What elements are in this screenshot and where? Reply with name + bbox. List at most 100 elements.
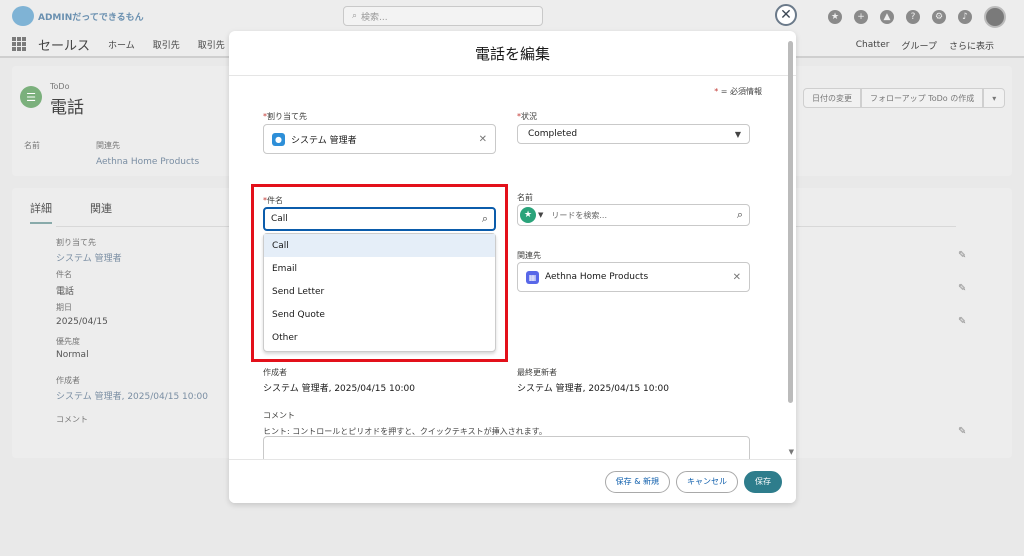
field-due-label: 期日 bbox=[56, 303, 72, 312]
required-note-text: = 必須情報 bbox=[720, 87, 762, 96]
cancel-button[interactable]: キャンセル bbox=[676, 470, 738, 493]
nav-item-groups[interactable]: グループ bbox=[902, 39, 937, 52]
field-created-label: 作成者 bbox=[56, 376, 80, 385]
subject-option[interactable]: Send Letter bbox=[264, 280, 495, 303]
assignee-value: システム 管理者 bbox=[291, 135, 357, 146]
highlight-name-label: 名前 bbox=[24, 141, 40, 150]
nav-item-chatter[interactable]: Chatter bbox=[856, 40, 890, 50]
edit-pencil-icon[interactable]: ✎ bbox=[958, 283, 966, 294]
created-by-label: 作成者 bbox=[263, 368, 287, 377]
field-subject-value: 電話 bbox=[56, 287, 75, 297]
field-priority-label: 優先度 bbox=[56, 337, 80, 346]
clear-related-icon[interactable]: ✕ bbox=[733, 272, 741, 283]
subject-option[interactable]: Other bbox=[264, 326, 495, 349]
highlight-related-value[interactable]: Aethna Home Products bbox=[96, 157, 199, 167]
trailhead-icon[interactable]: ▲ bbox=[880, 10, 894, 24]
subject-option[interactable]: Email bbox=[264, 257, 495, 280]
tab-detail[interactable]: 詳細 bbox=[30, 200, 52, 224]
logo-text: ADMINだってできるもん bbox=[38, 12, 144, 23]
logo-mark-icon bbox=[12, 6, 34, 26]
change-date-button[interactable]: 日付の変更 bbox=[803, 88, 861, 108]
nav-item-accounts-2[interactable]: 取引先 bbox=[198, 38, 225, 51]
comment-label: コメント bbox=[263, 411, 295, 420]
subject-input-value: Call bbox=[271, 214, 288, 224]
clear-assignee-icon[interactable]: ✕ bbox=[479, 134, 487, 145]
created-by-value: システム 管理者, 2025/04/15 10:00 bbox=[263, 384, 415, 394]
modal-close-icon[interactable]: ✕ bbox=[775, 4, 797, 26]
required-asterisk: * bbox=[714, 87, 719, 96]
scroll-down-icon[interactable]: ▼ bbox=[789, 448, 794, 456]
subject-label-text: 件名 bbox=[267, 196, 283, 205]
modal-header: 電話を編集 bbox=[229, 31, 796, 76]
field-assignee-value[interactable]: システム 管理者 bbox=[56, 251, 122, 264]
field-subject-label: 件名 bbox=[56, 270, 72, 279]
object-chevron-down-icon[interactable]: ▼ bbox=[538, 211, 543, 219]
highlight-name: 名前 bbox=[24, 140, 40, 151]
modified-by-label: 最終更新者 bbox=[517, 368, 557, 377]
modified-by-value: システム 管理者, 2025/04/15 10:00 bbox=[517, 384, 669, 394]
user-avatar[interactable] bbox=[984, 6, 1006, 28]
field-assignee-label: 割り当て先 bbox=[56, 238, 96, 247]
nav-item-accounts[interactable]: 取引先 bbox=[153, 38, 180, 51]
save-button[interactable]: 保存 bbox=[744, 470, 782, 493]
nav-item-more[interactable]: さらに表示 bbox=[949, 39, 994, 52]
field-created-value[interactable]: システム 管理者, 2025/04/15 10:00 bbox=[56, 389, 208, 402]
edit-pencil-icon[interactable]: ✎ bbox=[958, 316, 966, 327]
global-search[interactable]: ⌕ 検索... bbox=[343, 6, 543, 26]
subject-dropdown: Call Email Send Letter Send Quote Other bbox=[263, 233, 496, 352]
status-label-text: 状況 bbox=[521, 112, 537, 121]
related-value: Aethna Home Products bbox=[545, 272, 649, 282]
modal-scrollbar[interactable] bbox=[788, 41, 793, 403]
favorites-icon[interactable]: ★ bbox=[828, 10, 842, 24]
help-icon[interactable]: ? bbox=[906, 10, 920, 24]
record-type: ToDo bbox=[50, 82, 70, 91]
header-icons: ★ + ▲ ? ⚙ ♪ bbox=[828, 6, 1006, 28]
field-due-value: 2025/04/15 bbox=[56, 317, 108, 327]
user-icon: ● bbox=[272, 132, 285, 146]
field-comment-label: コメント bbox=[56, 415, 88, 424]
more-actions-chevron-icon[interactable]: ▾ bbox=[983, 88, 1006, 108]
subject-option[interactable]: Send Quote bbox=[264, 303, 495, 326]
notification-bell-icon[interactable]: ♪ bbox=[958, 10, 972, 24]
chevron-down-icon: ▼ bbox=[734, 129, 741, 139]
lead-star-icon[interactable]: ★ bbox=[520, 207, 536, 223]
search-icon: ⌕ bbox=[352, 11, 358, 21]
related-lookup[interactable]: ▦ Aethna Home Products ✕ bbox=[517, 262, 750, 292]
search-icon: ⌕ bbox=[481, 212, 488, 225]
subject-combobox[interactable]: Call ⌕ bbox=[263, 207, 496, 231]
subject-label: *件名 bbox=[263, 195, 283, 206]
edit-pencil-icon[interactable]: ✎ bbox=[958, 250, 966, 261]
app-logo[interactable]: ADMINだってできるもん bbox=[12, 6, 144, 26]
assignee-label-text: 割り当て先 bbox=[267, 112, 307, 121]
todo-icon: ☰ bbox=[20, 86, 42, 108]
account-icon: ▦ bbox=[526, 270, 539, 284]
name-lookup[interactable]: ★ ▼ リードを検索... ⌕ bbox=[517, 204, 750, 226]
nav-right: Chatter グループ さらに表示 bbox=[856, 32, 994, 58]
field-priority-value: Normal bbox=[56, 350, 89, 360]
save-and-new-button[interactable]: 保存 & 新規 bbox=[604, 470, 670, 493]
status-value: Completed bbox=[528, 129, 578, 139]
name-lookup-placeholder: リードを検索... bbox=[551, 210, 608, 220]
add-icon[interactable]: + bbox=[854, 10, 868, 24]
status-select[interactable]: Completed ▼ bbox=[517, 124, 750, 144]
assignee-lookup[interactable]: ● システム 管理者 ✕ bbox=[263, 124, 496, 154]
nav-item-home[interactable]: ホーム bbox=[108, 38, 135, 51]
record-actions: 日付の変更 フォローアップ ToDo の作成 ▾ bbox=[803, 88, 1006, 108]
create-follow-up-button[interactable]: フォローアップ ToDo の作成 bbox=[861, 88, 984, 108]
assignee-label: *割り当て先 bbox=[263, 111, 307, 122]
record-title: 電話 bbox=[50, 98, 84, 118]
related-label: 関連先 bbox=[517, 251, 541, 260]
name-label: 名前 bbox=[517, 193, 533, 202]
app-launcher-icon[interactable] bbox=[12, 37, 26, 51]
edit-pencil-icon[interactable]: ✎ bbox=[958, 426, 966, 437]
app-name: セールス bbox=[38, 38, 91, 54]
highlight-related: 関連先 Aethna Home Products bbox=[96, 140, 199, 167]
tab-related[interactable]: 関連 bbox=[90, 200, 112, 216]
edit-call-modal: 電話を編集 ▼ * = 必須情報 *割り当て先 ● システム 管理者 ✕ * 状況… bbox=[229, 31, 796, 503]
subject-option[interactable]: Call bbox=[264, 234, 495, 257]
modal-title: 電話を編集 bbox=[474, 44, 550, 63]
required-note: * = 必須情報 bbox=[714, 86, 762, 97]
setup-gear-icon[interactable]: ⚙ bbox=[932, 10, 946, 24]
highlight-related-label: 関連先 bbox=[96, 141, 120, 150]
search-icon: ⌕ bbox=[736, 208, 743, 221]
